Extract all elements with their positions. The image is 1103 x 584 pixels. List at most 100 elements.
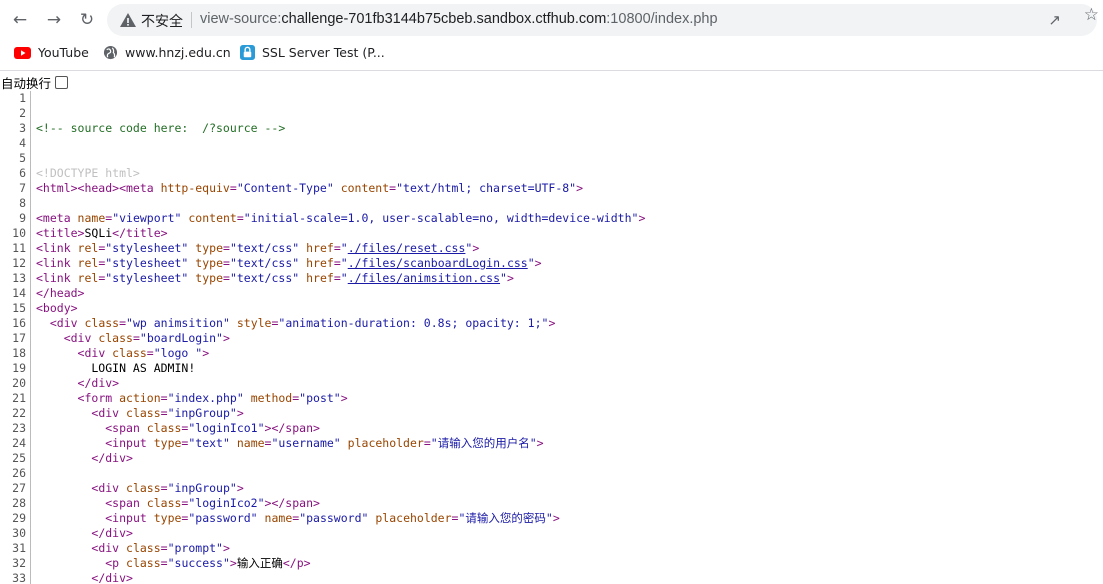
code-token: > — [534, 256, 542, 270]
line-content: <div class="wp animsition" style="animat… — [36, 316, 556, 331]
security-label[interactable]: 不安全 — [141, 11, 183, 31]
line-content: <html><head><meta http-equiv="Content-Ty… — [36, 181, 583, 196]
code-token: rel — [77, 256, 99, 270]
source-line: 5 — [0, 151, 1103, 166]
source-line: 3 <!-- source code here: /?source --> — [0, 121, 1103, 136]
ssl-icon — [240, 45, 255, 60]
code-token: class — [126, 481, 161, 495]
line-content: </div> — [36, 571, 133, 584]
code-token: class — [126, 556, 161, 570]
source-line: 17 <div class="boardLogin"> — [0, 331, 1103, 346]
line-wrap-checkbox[interactable] — [55, 76, 69, 89]
code-token: "password" — [299, 511, 369, 525]
source-line: 9 <meta name="viewport" content="initial-… — [0, 211, 1103, 226]
code-token: "loginIco1" — [188, 421, 265, 435]
line-content: <!DOCTYPE html> — [36, 166, 140, 181]
code-token: rel — [77, 241, 99, 255]
line-wrap-label: 自动换行 — [1, 76, 52, 91]
back-arrow-icon[interactable]: ← — [9, 9, 31, 31]
warning-icon[interactable] — [119, 11, 137, 29]
code-token: </title> — [112, 226, 168, 240]
line-number: 27 — [12, 481, 26, 495]
code-token: class — [126, 541, 161, 555]
code-token: </p> — [282, 556, 311, 570]
forward-arrow-icon[interactable]: → — [43, 9, 65, 31]
source-line: 29 <input type="password" name="password… — [0, 511, 1103, 526]
address-bar[interactable]: 不安全 view-source:challenge-701fb3144b75cb… — [107, 4, 1097, 36]
line-content: <link rel="stylesheet" type="text/css" h… — [36, 271, 514, 286]
code-token: LOGIN AS ADMIN! — [36, 361, 196, 375]
code-token: "boardLogin" — [139, 331, 223, 345]
source-line: 7 <html><head><meta http-equiv="Content-T… — [0, 181, 1103, 196]
code-token: > — [229, 556, 237, 570]
line-number: 31 — [12, 541, 26, 555]
code-token: content — [188, 211, 237, 225]
code-token: = — [160, 481, 168, 495]
source-link[interactable]: ./files/scanboardLogin.css — [348, 256, 528, 270]
code-token: placeholder — [347, 436, 424, 450]
code-token: <html><head><meta — [36, 181, 161, 195]
code-token: "logo " — [153, 346, 203, 360]
code-token: = — [160, 391, 168, 405]
bookmark-ssl-test[interactable]: SSL Server Test (P... — [240, 45, 385, 60]
line-number: 6 — [19, 166, 26, 180]
line-wrap-toggle[interactable]: 自动换行 — [1, 73, 69, 92]
line-wrap-bar: 自动换行 — [0, 71, 1103, 91]
line-number: 28 — [12, 496, 26, 510]
code-token: "initial-scale=1.0, user-scalable=no, wi… — [243, 211, 639, 225]
share-icon[interactable]: ↗ — [1048, 11, 1061, 29]
code-token: "text/html; charset=UTF-8" — [396, 181, 577, 195]
code-token: href — [306, 256, 334, 270]
code-token: = — [236, 211, 244, 225]
bookmark-youtube[interactable]: YouTube — [14, 45, 89, 60]
bookmark-star-icon[interactable]: ☆ — [1084, 5, 1099, 25]
code-token: </div> — [91, 526, 133, 540]
code-token: <input — [105, 436, 154, 450]
reload-icon[interactable]: ↻ — [76, 9, 98, 31]
code-token: <span — [105, 421, 147, 435]
code-token: > — [222, 331, 230, 345]
source-link[interactable]: ./files/animsition.css — [348, 271, 500, 285]
code-token: "text/css" — [229, 241, 300, 255]
code-token: <body> — [36, 301, 78, 315]
code-token: = — [223, 271, 230, 285]
line-content: <span class="loginIco1"></span> — [36, 421, 320, 436]
line-content: <body> — [36, 301, 78, 316]
line-number: 33 — [12, 571, 26, 584]
code-token: <!DOCTYPE html> — [36, 166, 140, 180]
code-token: "post" — [299, 391, 341, 405]
line-number: 13 — [12, 271, 26, 285]
line-content: LOGIN AS ADMIN! — [36, 361, 195, 376]
url-text[interactable]: view-source:challenge-701fb3144b75cbeb.s… — [200, 11, 718, 27]
code-token: "viewport" — [112, 211, 182, 225]
line-number: 22 — [12, 406, 26, 420]
line-number: 24 — [12, 436, 26, 450]
bookmark-hnzj[interactable]: www.hnzj.edu.cn — [103, 45, 231, 60]
code-token: </div> — [91, 571, 133, 584]
code-token: " — [340, 241, 348, 255]
bookmark-label: www.hnzj.edu.cn — [125, 45, 231, 60]
source-line: 1 — [0, 91, 1103, 106]
code-token: "请输入您的密码" — [458, 511, 553, 525]
source-link[interactable]: ./files/reset.css — [348, 241, 466, 255]
code-token: "index.php" — [167, 391, 244, 405]
code-token: </head> — [36, 286, 85, 300]
source-line: 25 </div> — [0, 451, 1103, 466]
code-token: <title> — [36, 226, 85, 240]
code-token: = — [119, 316, 127, 330]
code-token: rel — [77, 271, 99, 285]
code-token: " — [500, 271, 507, 285]
code-token: > — [548, 316, 556, 330]
line-number: 21 — [12, 391, 26, 405]
line-content: <div class="inpGroup"> — [36, 481, 243, 496]
code-token: <div — [91, 541, 127, 555]
source-view[interactable]: 1 2 3 <!-- source code here: /?source --> 4 5… — [0, 91, 1103, 584]
